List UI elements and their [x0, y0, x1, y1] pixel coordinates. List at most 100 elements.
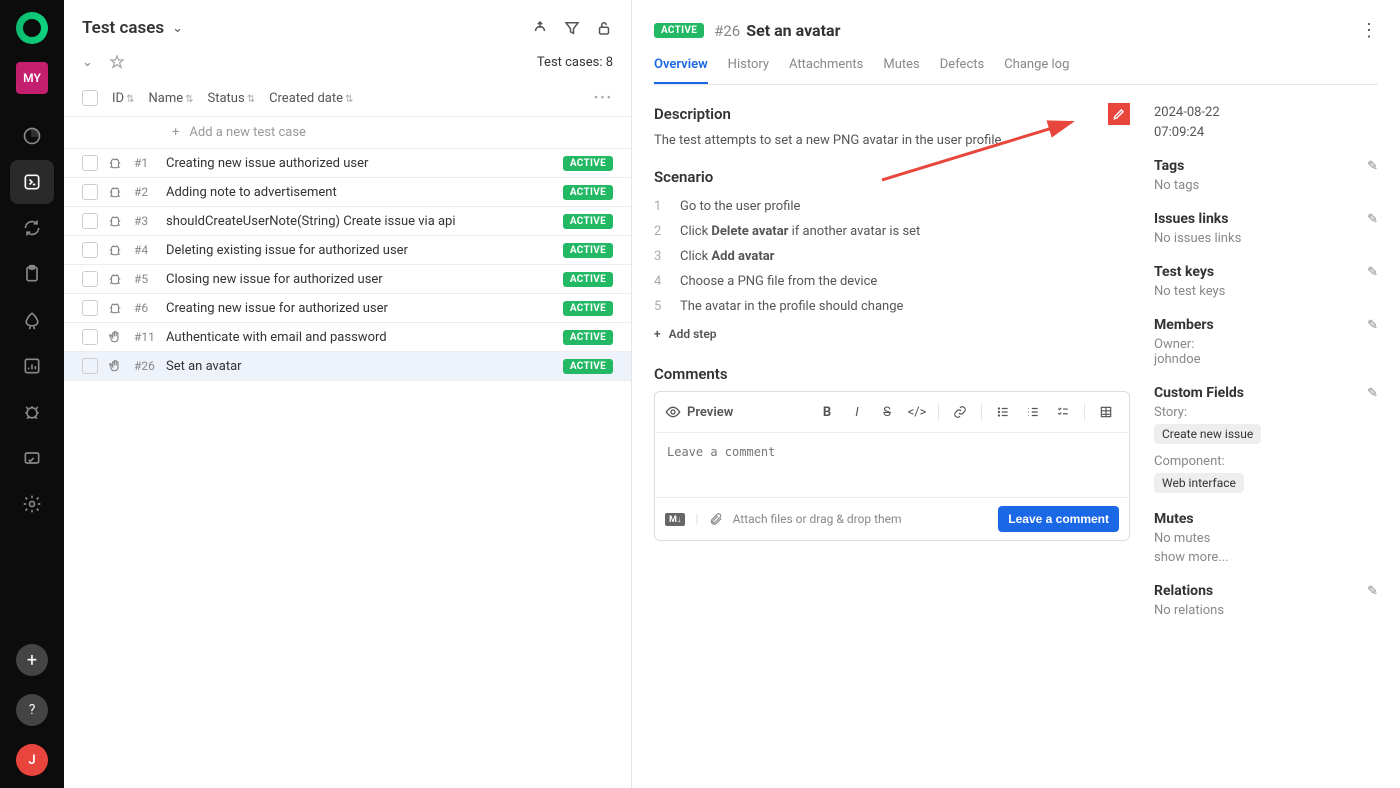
row-name: Closing new issue for authorized user [166, 272, 553, 287]
add-button[interactable]: + [16, 644, 48, 676]
nav-clipboard-icon[interactable] [10, 252, 54, 296]
code-icon[interactable]: </> [904, 400, 930, 424]
tab-defects[interactable]: Defects [940, 57, 984, 84]
row-name: shouldCreateUserNote(String) Create issu… [166, 214, 553, 229]
testkeys-heading: Test keys [1154, 264, 1214, 280]
col-name[interactable]: Name⇅ [148, 91, 193, 106]
chevron-down-icon[interactable]: ⌄ [82, 55, 93, 70]
nav-settings-icon[interactable] [10, 482, 54, 526]
edit-members-icon[interactable]: ✎ [1367, 318, 1378, 333]
select-all-checkbox[interactable] [82, 90, 98, 106]
row-id: #2 [134, 185, 156, 199]
add-testcase-row[interactable]: +Add a new test case [64, 117, 631, 149]
testcase-row[interactable]: #1Creating new issue authorized userACTI… [64, 149, 631, 178]
upload-icon[interactable] [531, 19, 549, 37]
col-id[interactable]: ID⇅ [112, 91, 134, 106]
timestamp-text: 2024-08-2207:09:24 [1154, 103, 1378, 142]
testcase-row[interactable]: #2Adding note to advertisementACTIVE [64, 178, 631, 207]
col-status[interactable]: Status⇅ [208, 91, 256, 106]
col-created[interactable]: Created date⇅ [269, 91, 353, 106]
row-status-badge: ACTIVE [563, 243, 613, 258]
story-chip[interactable]: Create new issue [1154, 424, 1261, 444]
help-button[interactable]: ? [16, 694, 48, 726]
row-checkbox[interactable] [82, 329, 98, 345]
bug-icon [108, 272, 124, 286]
testcase-count: Test cases: 8 [537, 55, 613, 70]
nav-jobs-icon[interactable] [10, 436, 54, 480]
tab-mutes[interactable]: Mutes [883, 57, 919, 84]
row-name: Creating new issue authorized user [166, 156, 553, 171]
show-more-link[interactable]: show more... [1154, 550, 1378, 565]
testcase-row[interactable]: #4Deleting existing issue for authorized… [64, 236, 631, 265]
nav-analytics-icon[interactable] [10, 344, 54, 388]
project-badge[interactable]: MY [16, 62, 48, 94]
preview-toggle[interactable]: Preview [665, 404, 741, 420]
testcase-row[interactable]: #6Creating new issue for authorized user… [64, 294, 631, 323]
row-checkbox[interactable] [82, 242, 98, 258]
row-id: #1 [134, 156, 156, 170]
ol-icon[interactable] [1020, 400, 1046, 424]
mutes-heading: Mutes [1154, 511, 1194, 527]
strike-icon[interactable]: S [874, 400, 900, 424]
filter-icon[interactable] [563, 19, 581, 37]
issues-text: No issues links [1154, 231, 1378, 246]
scenario-step: 5The avatar in the profile should change [654, 294, 1130, 319]
row-id: #6 [134, 301, 156, 315]
chevron-down-icon[interactable]: ⌄ [172, 21, 183, 36]
nav-testcases-icon[interactable] [10, 160, 54, 204]
checklist-icon[interactable] [1050, 400, 1076, 424]
tab-history[interactable]: History [728, 57, 769, 84]
row-status-badge: ACTIVE [563, 301, 613, 316]
nav-cycles-icon[interactable] [10, 206, 54, 250]
edit-testkeys-icon[interactable]: ✎ [1367, 265, 1378, 280]
edit-issues-icon[interactable]: ✎ [1367, 212, 1378, 227]
row-checkbox[interactable] [82, 213, 98, 229]
row-checkbox[interactable] [82, 358, 98, 374]
italic-icon[interactable]: I [844, 400, 870, 424]
bold-icon[interactable]: B [814, 400, 840, 424]
bug-icon [108, 301, 124, 315]
tab-overview[interactable]: Overview [654, 57, 708, 84]
kebab-menu-icon[interactable]: ⋮ [1360, 20, 1378, 41]
nav-defects-icon[interactable] [10, 390, 54, 434]
status-badge: ACTIVE [654, 23, 704, 38]
attach-hint: Attach files or drag & drop them [733, 512, 902, 526]
edit-tags-icon[interactable]: ✎ [1367, 159, 1378, 174]
testcase-row[interactable]: #5Closing new issue for authorized userA… [64, 265, 631, 294]
pane-title: Test cases [82, 18, 164, 38]
edit-custom-icon[interactable]: ✎ [1367, 386, 1378, 401]
columns-menu-icon[interactable]: ••• [594, 91, 613, 106]
lock-icon[interactable] [595, 19, 613, 37]
scenario-step: 2Click Delete avatar if another avatar i… [654, 219, 1130, 244]
component-chip[interactable]: Web interface [1154, 473, 1244, 493]
add-step-button[interactable]: +Add step [654, 327, 1130, 341]
leave-comment-button[interactable]: Leave a comment [998, 506, 1119, 532]
link-icon[interactable] [947, 400, 973, 424]
row-checkbox[interactable] [82, 271, 98, 287]
tab-attachments[interactable]: Attachments [789, 57, 863, 84]
nav-launches-icon[interactable] [10, 298, 54, 342]
hand-icon [108, 359, 124, 373]
row-checkbox[interactable] [82, 155, 98, 171]
star-icon[interactable] [109, 54, 125, 70]
user-avatar[interactable]: J [16, 744, 48, 776]
row-checkbox[interactable] [82, 300, 98, 316]
testcase-row[interactable]: #3 shouldCreateUserNote(String) Create is… [64, 207, 631, 236]
row-id: #3 [134, 214, 156, 228]
edit-relations-icon[interactable]: ✎ [1367, 584, 1378, 599]
component-label: Component: [1154, 454, 1378, 469]
row-name: Adding note to advertisement [166, 185, 553, 200]
plus-icon: + [172, 125, 179, 140]
testcase-row[interactable]: #26Set an avatarACTIVE [64, 352, 631, 381]
testcase-row[interactable]: #11Authenticate with email and passwordA… [64, 323, 631, 352]
attach-icon[interactable] [709, 512, 723, 526]
tab-change-log[interactable]: Change log [1004, 57, 1069, 84]
comment-input[interactable] [655, 433, 1129, 493]
nav-dashboard-icon[interactable] [10, 114, 54, 158]
row-status-badge: ACTIVE [563, 272, 613, 287]
edit-description-button[interactable] [1108, 103, 1130, 125]
row-id: #4 [134, 243, 156, 257]
row-checkbox[interactable] [82, 184, 98, 200]
table-icon[interactable] [1093, 400, 1119, 424]
ul-icon[interactable] [990, 400, 1016, 424]
